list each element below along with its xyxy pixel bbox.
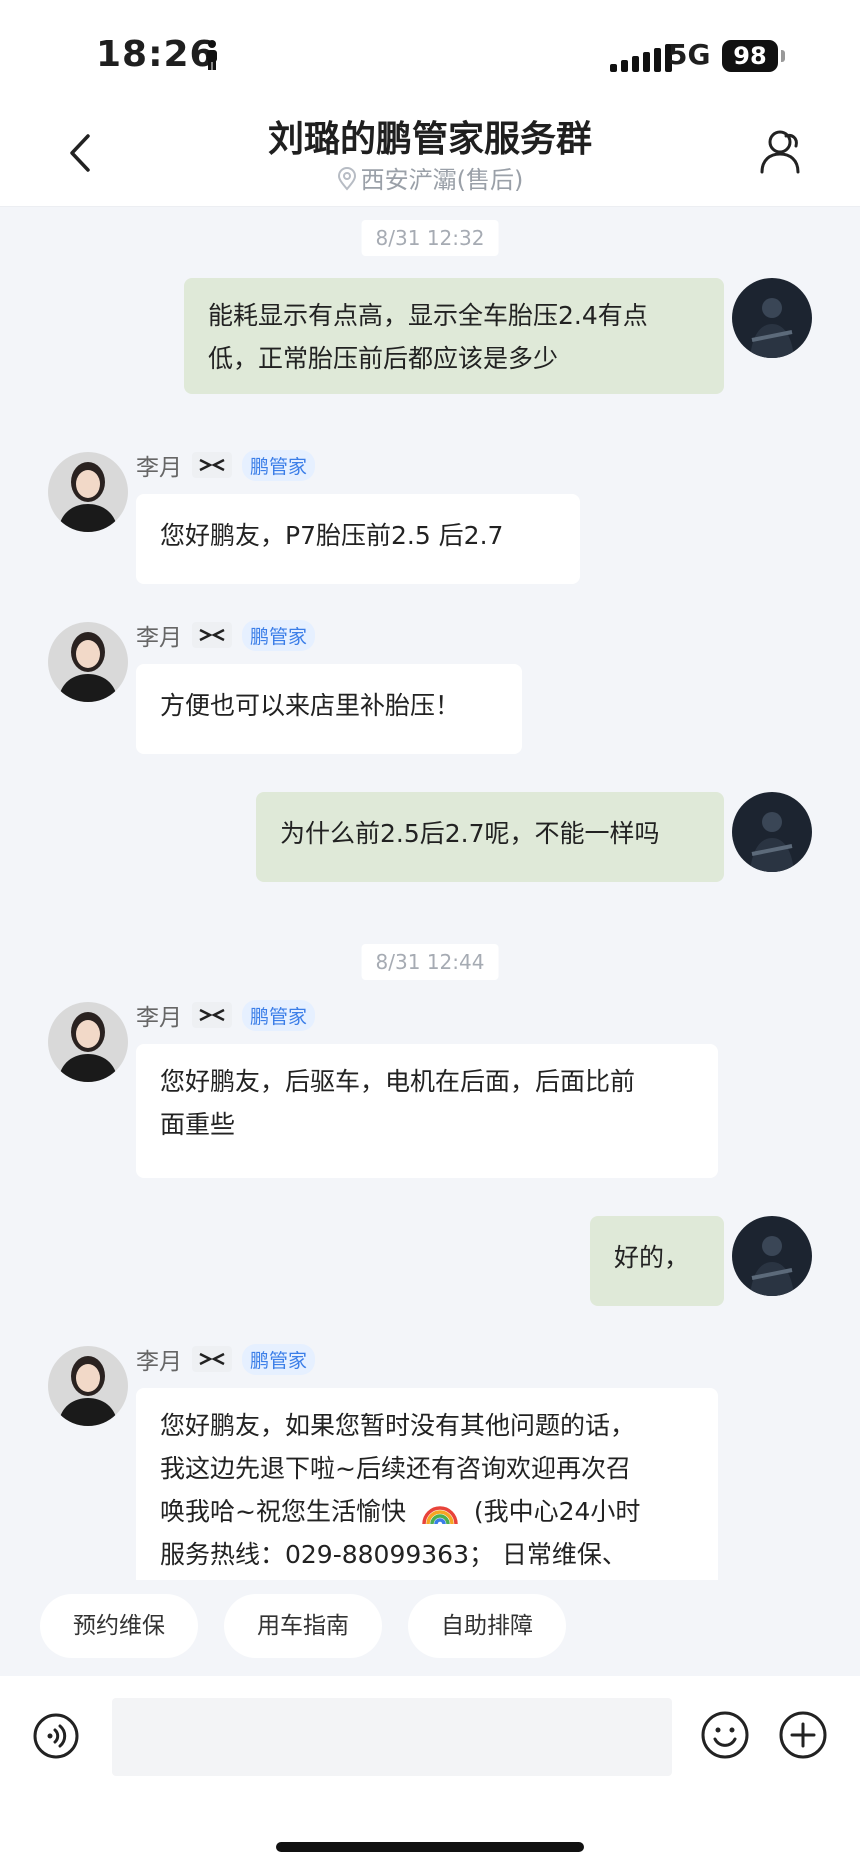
quick-action-bar: 预约维保 用车指南 自助排障	[0, 1580, 860, 1676]
message-text-part: 唤我哈~祝您生活愉快	[160, 1497, 406, 1526]
add-more-icon[interactable]	[778, 1710, 828, 1760]
sender-name: 李月	[136, 625, 182, 651]
network-type: 5G	[668, 38, 711, 71]
role-badge: 鹏管家	[242, 449, 316, 481]
sender-name: 李月	[136, 1349, 182, 1375]
agent-avatar[interactable]	[48, 452, 128, 532]
my-avatar[interactable]	[732, 792, 812, 872]
message-text-part: (我中心24小时	[473, 1497, 641, 1526]
group-members-icon[interactable]	[756, 126, 804, 176]
message-line: 我这边先退下啦~后续还有咨询欢迎再次召	[160, 1454, 631, 1483]
status-bar: 18:26 5G 98	[0, 0, 860, 100]
message-line: 您好鹏友，后驱车，电机在后面，后面比前	[160, 1067, 636, 1096]
voice-input-icon[interactable]	[32, 1712, 80, 1760]
group-location: 西安浐灞(售后)	[0, 160, 860, 195]
location-pin-icon	[337, 167, 356, 191]
my-avatar[interactable]	[732, 278, 812, 358]
outgoing-message-bubble[interactable]: 好的，	[590, 1216, 724, 1306]
sender-info: 李月 鹏管家	[136, 999, 316, 1031]
message-text: 您好鹏友，P7胎压前2.5 后2.7	[160, 521, 504, 550]
message-line: 能耗显示有点高，显示全车胎压2.4有点	[208, 301, 648, 330]
my-avatar[interactable]	[732, 1216, 812, 1296]
message-input-bar	[0, 1676, 860, 1864]
sender-info: 李月 鹏管家	[136, 619, 316, 651]
agent-avatar[interactable]	[48, 622, 128, 702]
battery-level: 98	[733, 42, 767, 70]
battery-icon: 98	[722, 40, 778, 72]
role-badge: 鹏管家	[242, 999, 316, 1031]
agent-avatar[interactable]	[48, 1346, 128, 1426]
brand-logo-icon	[192, 1346, 232, 1372]
message-input[interactable]	[112, 1698, 672, 1776]
chat-header: 刘璐的鹏管家服务群 西安浐灞(售后)	[0, 100, 860, 207]
battery-tip	[781, 50, 785, 62]
status-time: 18:26	[96, 34, 216, 75]
role-badge: 鹏管家	[242, 1343, 316, 1375]
person-activity-icon	[207, 40, 217, 70]
role-badge: 鹏管家	[242, 619, 316, 651]
incoming-message-bubble[interactable]: 您好鹏友，如果您暂时没有其他问题的话， 我这边先退下啦~后续还有咨询欢迎再次召 …	[136, 1388, 718, 1580]
sender-name: 李月	[136, 455, 182, 481]
message-line: 服务热线：029-88099363； 日常维保、	[160, 1540, 627, 1569]
message-line: 面重些	[160, 1110, 236, 1139]
sender-info: 李月 鹏管家	[136, 1343, 316, 1375]
group-title: 刘璐的鹏管家服务群	[267, 119, 592, 160]
home-indicator[interactable]	[276, 1842, 584, 1852]
quick-action-self-troubleshoot[interactable]: 自助排障	[408, 1594, 566, 1658]
message-timestamp: 8/31 12:44	[361, 944, 499, 980]
brand-logo-icon	[192, 622, 232, 648]
agent-avatar[interactable]	[48, 1002, 128, 1082]
message-text: 为什么前2.5后2.7呢，不能一样吗	[280, 819, 660, 848]
location-text: 西安浐灞(售后)	[360, 166, 524, 194]
sender-name: 李月	[136, 1005, 182, 1031]
rainbow-emoji-icon	[422, 1506, 458, 1525]
sender-info: 李月 鹏管家	[136, 449, 316, 481]
cellular-signal-icon	[610, 44, 672, 72]
brand-logo-icon	[192, 452, 232, 478]
message-timestamp: 8/31 12:32	[361, 220, 499, 256]
brand-logo-icon	[192, 1002, 232, 1028]
quick-action-car-guide[interactable]: 用车指南	[224, 1594, 382, 1658]
message-line: 唤我哈~祝您生活愉快 (我中心24小时	[160, 1490, 694, 1533]
incoming-message-bubble[interactable]: 您好鹏友，P7胎压前2.5 后2.7	[136, 494, 580, 584]
outgoing-message-bubble[interactable]: 为什么前2.5后2.7呢，不能一样吗	[256, 792, 724, 882]
message-line: 您好鹏友，如果您暂时没有其他问题的话，	[160, 1411, 636, 1440]
message-line: 低，正常胎压前后都应该是多少	[208, 344, 559, 373]
message-text: 方便也可以来店里补胎压！	[160, 691, 461, 720]
quick-action-book-maintenance[interactable]: 预约维保	[40, 1594, 198, 1658]
incoming-message-bubble[interactable]: 您好鹏友，后驱车，电机在后面，后面比前 面重些	[136, 1044, 718, 1178]
outgoing-message-bubble[interactable]: 能耗显示有点高，显示全车胎压2.4有点 低，正常胎压前后都应该是多少	[184, 278, 724, 394]
chat-message-list[interactable]: 8/31 12:32 能耗显示有点高，显示全车胎压2.4有点 低，正常胎压前后都…	[0, 206, 860, 1580]
emoji-icon[interactable]	[700, 1710, 750, 1760]
message-text: 好的，	[614, 1243, 690, 1272]
incoming-message-bubble[interactable]: 方便也可以来店里补胎压！	[136, 664, 522, 754]
